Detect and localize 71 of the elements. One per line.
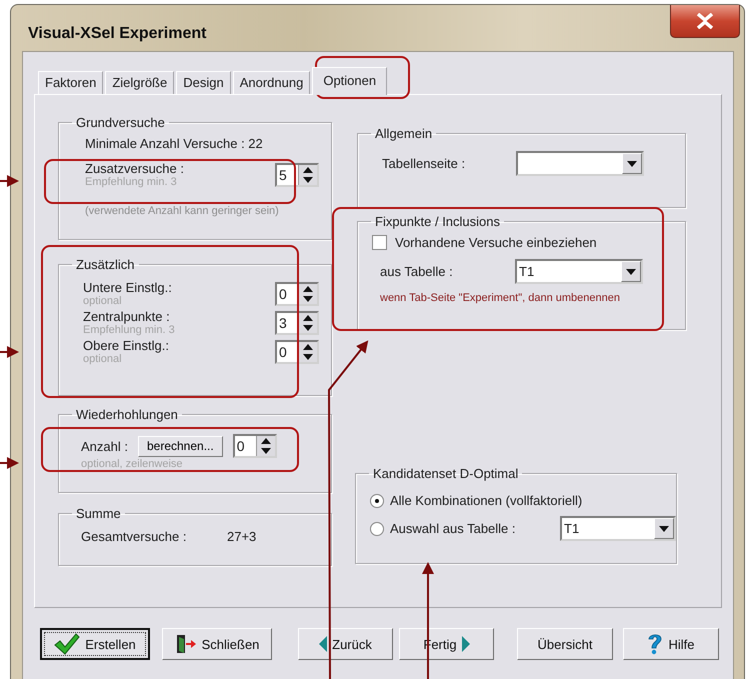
radio-label: Alle Kombinationen (vollfaktoriell) <box>390 493 582 508</box>
note-text: wenn Tab-Seite "Experiment", dann umbenennen <box>379 292 620 304</box>
question-mark-icon <box>647 633 664 655</box>
spin-buttons[interactable] <box>298 284 317 304</box>
checkmark-icon <box>54 633 80 655</box>
caret-icon <box>627 160 637 166</box>
tab[interactable]: Optionen <box>312 67 388 95</box>
caret-icon <box>626 268 636 274</box>
spin-buttons[interactable] <box>298 342 317 362</box>
spin-buttons[interactable] <box>298 164 317 184</box>
dialog-button[interactable]: Erstellen <box>40 628 150 660</box>
checkbox[interactable] <box>372 235 387 250</box>
pointer-arrow <box>0 175 19 187</box>
dropdown-button[interactable] <box>622 153 642 174</box>
group-title: Wiederhohlungen <box>75 407 179 422</box>
tab[interactable]: Faktoren <box>38 71 104 94</box>
calculate-button[interactable]: berechnen... <box>138 436 223 456</box>
number-spinner[interactable]: 0 <box>275 282 319 306</box>
hint-text: optional <box>83 353 123 365</box>
dialog-button[interactable]: Zurück <box>298 628 393 660</box>
number-spinner[interactable]: 0 <box>275 340 319 364</box>
info-text: Minimale Anzahl Versuche : 22 <box>84 136 263 151</box>
field-label: Tabellenseite : <box>381 156 466 171</box>
checkbox-label: Vorhandene Versuche einbeziehen <box>395 235 597 250</box>
number-spinner[interactable]: 3 <box>275 310 319 334</box>
number-spinner[interactable]: 0 <box>232 434 277 458</box>
hint-text: Empfehlung min. 3 <box>85 176 178 188</box>
group-title: Summe <box>75 506 122 521</box>
group-title: Allgemein <box>374 126 434 141</box>
close-icon <box>696 13 714 29</box>
spin-buttons[interactable] <box>256 436 275 456</box>
field-label: Untere Einstlg.: <box>83 280 173 295</box>
tab[interactable]: Anordnung <box>232 71 310 94</box>
field-label: Zentralpunkte : <box>83 309 171 324</box>
total-value: 27+3 <box>227 529 256 544</box>
radio-button[interactable] <box>370 522 384 536</box>
right-triangle-icon <box>462 636 470 652</box>
dialog-button[interactable]: Übersicht <box>517 628 613 660</box>
dialog-button[interactable]: Schließen <box>162 628 272 660</box>
tab[interactable]: Zielgröße <box>105 71 174 94</box>
field-label: Obere Einstlg.: <box>83 338 170 353</box>
hint-text: (verwendete Anzahl kann geringer sein) <box>84 205 279 217</box>
dropdown[interactable]: T1 <box>560 516 676 541</box>
field-label: Anzahl : <box>80 438 128 454</box>
hint-text: Empfehlung min. 3 <box>83 324 176 336</box>
door-exit-icon <box>174 634 197 654</box>
group-title: Grundversuche <box>75 115 166 130</box>
dialog-button[interactable]: Hilfe <box>623 628 719 660</box>
field-label: Zusatzversuche : <box>85 161 185 176</box>
window-title: Visual-XSel Experiment <box>28 25 206 43</box>
dropdown[interactable] <box>516 151 644 176</box>
spin-buttons[interactable] <box>298 312 317 332</box>
pointer-arrow <box>0 346 19 358</box>
tab[interactable]: Design <box>176 71 231 94</box>
hint-text: optional <box>83 295 123 307</box>
caret-icon <box>659 526 669 532</box>
group-title: Fixpunkte / Inclusions <box>374 214 502 229</box>
dropdown-button[interactable] <box>654 518 674 539</box>
radio-label: Auswahl aus Tabelle : <box>390 521 517 536</box>
field-label: aus Tabelle : <box>379 264 454 279</box>
group-title: Zusätzlich <box>75 257 136 272</box>
pointer-arrow <box>0 457 19 469</box>
number-spinner[interactable]: 5 <box>275 162 319 186</box>
field-label: Gesamtversuche : <box>80 529 188 544</box>
hint-text: optional, zeilenweise <box>80 458 183 470</box>
dropdown[interactable]: T1 <box>515 259 643 284</box>
radio-button[interactable] <box>370 494 384 508</box>
left-triangle-icon <box>319 636 328 652</box>
group-title: Kandidatenset D-Optimal <box>372 466 520 481</box>
dropdown-button[interactable] <box>621 261 641 282</box>
close-button[interactable] <box>670 5 740 38</box>
